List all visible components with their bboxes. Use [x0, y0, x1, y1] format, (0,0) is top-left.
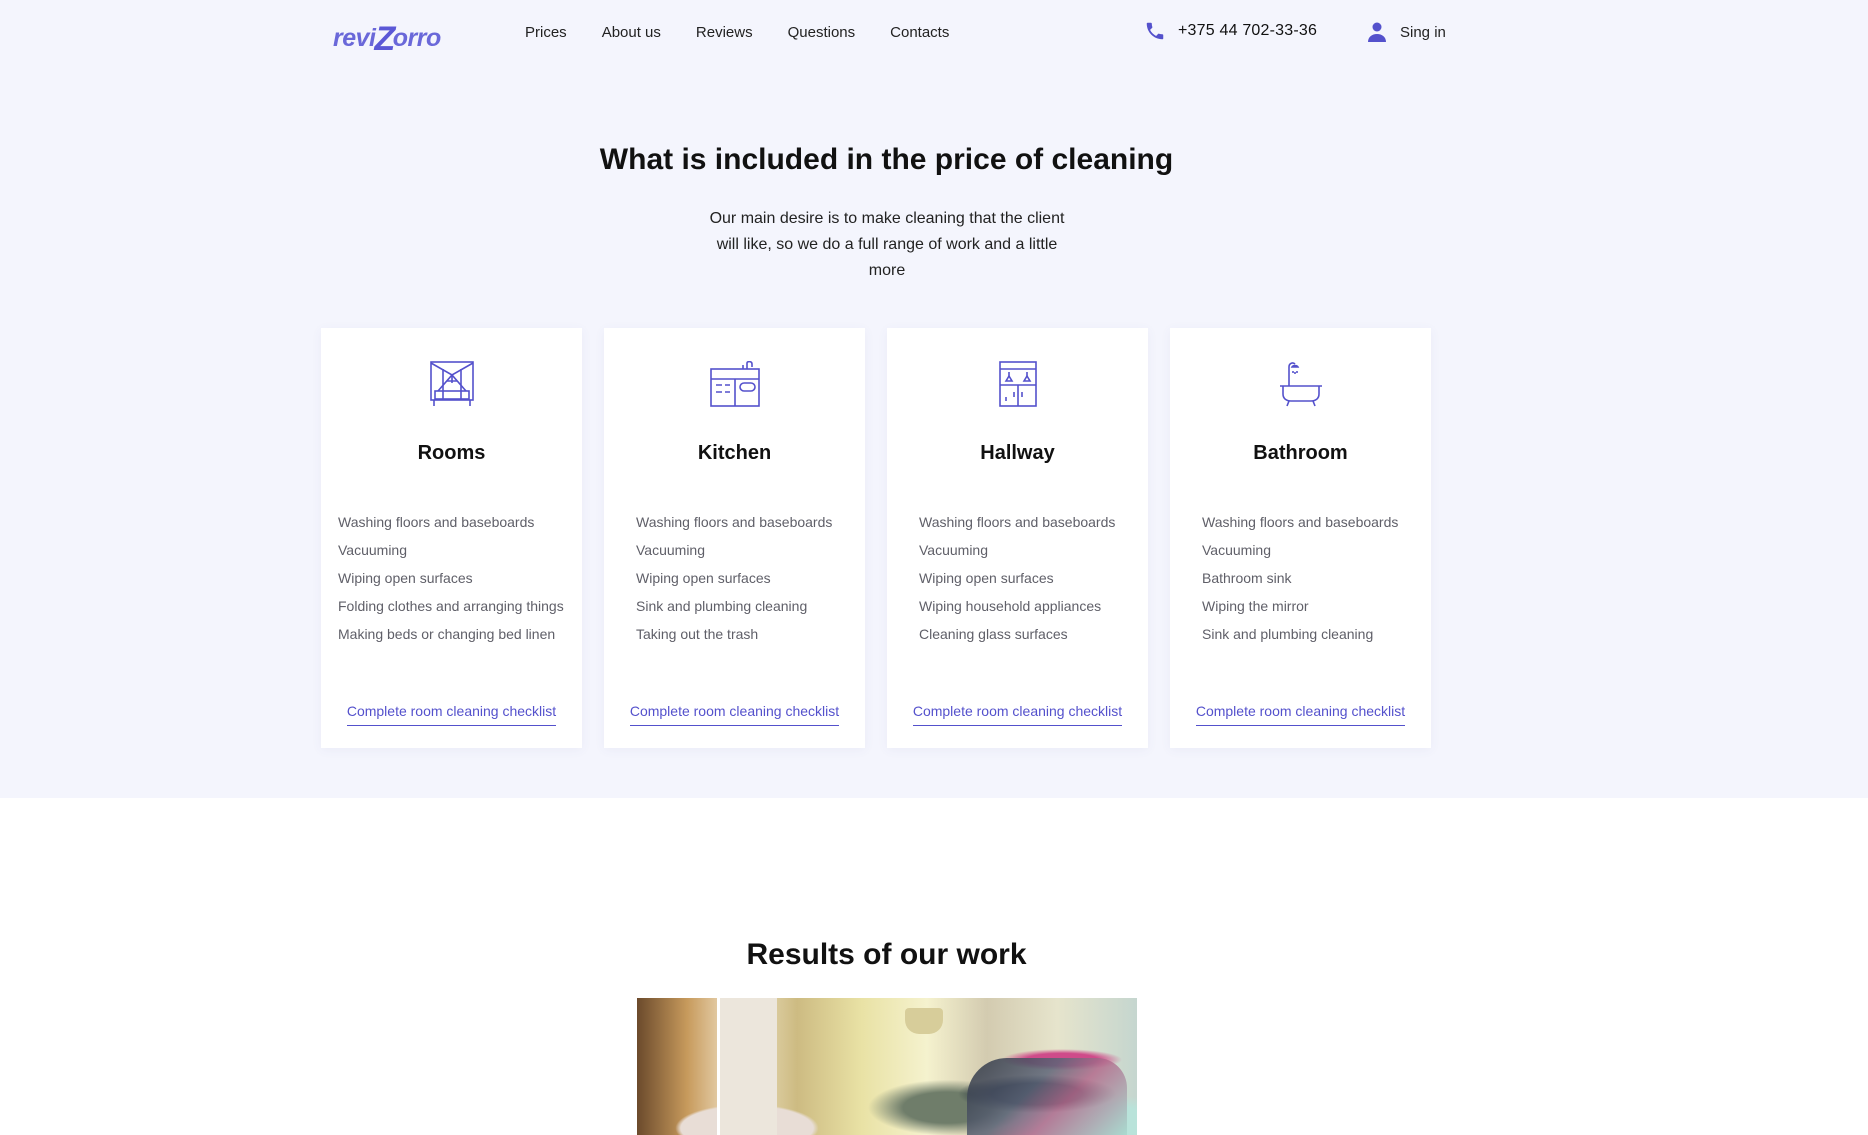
list-item: Sink and plumbing cleaning: [636, 598, 808, 614]
room-cards: Rooms Washing floors and baseboards Vacu…: [321, 328, 1453, 748]
list-item: Vacuuming: [636, 542, 706, 558]
list-item: Vacuuming: [338, 542, 408, 558]
results-photo: [637, 998, 1137, 1135]
card-list: Washing floors and baseboards Vacuuming …: [919, 508, 1115, 648]
list-item: Wiping the mirror: [1202, 598, 1309, 614]
user-icon: [1368, 22, 1386, 42]
card-title: Hallway: [980, 442, 1055, 464]
photo-door: [717, 998, 777, 1135]
list-item: Cleaning glass surfaces: [919, 626, 1068, 642]
list-item: Wiping open surfaces: [919, 570, 1054, 586]
list-item: Washing floors and baseboards: [338, 514, 535, 530]
list-item: Washing floors and baseboards: [636, 514, 833, 530]
card-title: Rooms: [417, 442, 486, 464]
list-item: Folding clothes and arranging things: [338, 598, 564, 614]
results-title: Results of our work: [746, 938, 1027, 971]
checklist-link[interactable]: Complete room cleaning checklist: [912, 703, 1123, 726]
sign-in-label: Sing in: [1400, 23, 1446, 41]
list-item: Vacuuming: [919, 542, 989, 558]
main-nav: Prices About us Reviews Questions Contac…: [525, 24, 984, 41]
list-item: Sink and plumbing cleaning: [1202, 626, 1374, 642]
list-item: Washing floors and baseboards: [919, 514, 1116, 530]
photo-clothes-pile: [967, 1058, 1127, 1135]
phone-icon: [1146, 22, 1164, 40]
card-hallway: Hallway Washing floors and baseboards Va…: [887, 328, 1148, 748]
list-item: Wiping household appliances: [919, 598, 1102, 614]
sign-in-button[interactable]: Sing in: [1368, 22, 1446, 42]
wardrobe-icon: [998, 361, 1037, 407]
nav-prices[interactable]: Prices: [525, 24, 567, 41]
checklist-link[interactable]: Complete room cleaning checklist: [629, 703, 840, 726]
site-header: reviZorro Prices About us Reviews Questi…: [0, 0, 1868, 66]
list-item: Washing floors and baseboards: [1202, 514, 1399, 530]
card-list: Washing floors and baseboards Vacuuming …: [636, 508, 832, 648]
logo-text: reviZorro: [333, 20, 441, 58]
list-item: Wiping open surfaces: [338, 570, 473, 586]
list-item: Taking out the trash: [636, 626, 759, 642]
card-bathroom: Bathroom Washing floors and baseboards V…: [1170, 328, 1431, 748]
bed-icon: [429, 361, 474, 406]
included-title: What is included in the price of cleanin…: [599, 143, 1174, 176]
phone-link[interactable]: +375 44 702-33-36: [1144, 20, 1317, 42]
phone-number: +375 44 702-33-36: [1178, 22, 1318, 39]
checklist-link[interactable]: Complete room cleaning checklist: [1195, 703, 1406, 726]
kitchen-icon: [709, 361, 760, 407]
bathtub-icon: [1279, 362, 1322, 407]
logo[interactable]: reviZorro: [333, 10, 443, 58]
list-item: Vacuuming: [1202, 542, 1272, 558]
nav-contacts[interactable]: Contacts: [890, 24, 949, 41]
nav-reviews[interactable]: Reviews: [696, 24, 753, 41]
card-kitchen: Kitchen Washing floors and baseboards Va…: [604, 328, 865, 748]
card-title: Kitchen: [697, 442, 772, 464]
list-item: Making beds or changing bed linen: [338, 626, 556, 642]
card-list: Washing floors and baseboards Vacuuming …: [338, 508, 564, 648]
card-rooms: Rooms Washing floors and baseboards Vacu…: [321, 328, 582, 748]
photo-lamp: [905, 1008, 943, 1034]
card-title: Bathroom: [1253, 442, 1348, 464]
card-list: Washing floors and baseboards Vacuuming …: [1202, 508, 1398, 648]
list-item: Bathroom sink: [1202, 570, 1292, 586]
checklist-link[interactable]: Complete room cleaning checklist: [346, 703, 557, 726]
nav-questions[interactable]: Questions: [788, 24, 856, 41]
nav-about-us[interactable]: About us: [602, 24, 661, 41]
list-item: Wiping open surfaces: [636, 570, 771, 586]
included-subtitle: Our main desire is to make cleaning that…: [709, 210, 1065, 279]
